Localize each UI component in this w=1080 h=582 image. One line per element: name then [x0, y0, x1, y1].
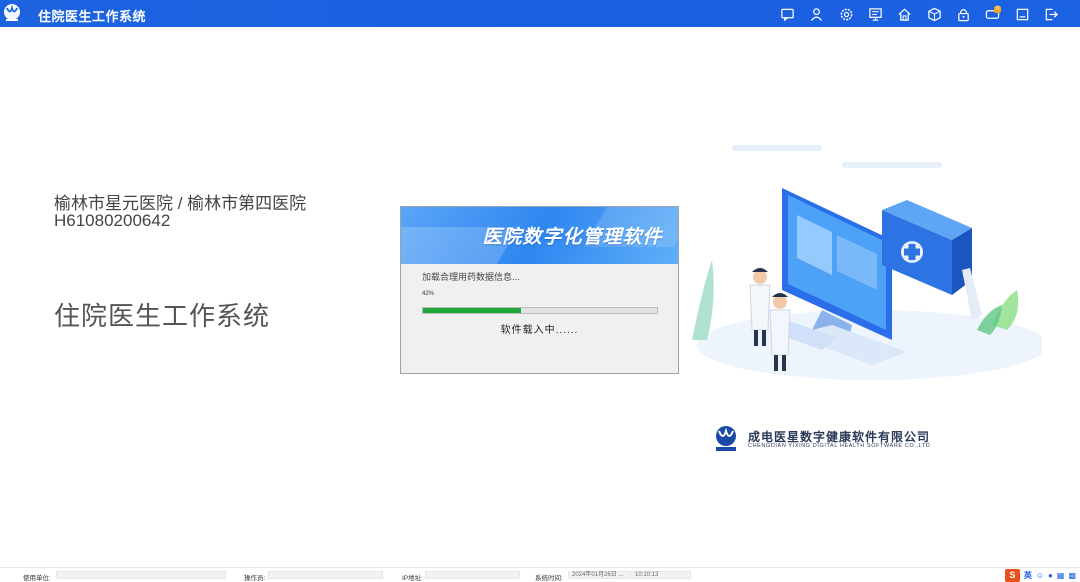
hospital-code: H61080200642 — [54, 211, 171, 230]
message-icon[interactable] — [773, 4, 802, 24]
toolbar-icons: 0 — [773, 4, 1066, 24]
banner-title: 医院数字化管理软件 — [482, 227, 663, 248]
notification-badge: 0 — [994, 6, 1002, 13]
date-field: 2024年01月26日 ... — [568, 571, 630, 579]
monitor-icon[interactable] — [861, 4, 890, 24]
lock-icon[interactable] — [949, 4, 978, 24]
app-title: 住院医生工作系统 — [38, 9, 147, 24]
system-name: 住院医生工作系统 — [54, 301, 271, 331]
logout-icon[interactable] — [1037, 4, 1066, 24]
user-icon[interactable] — [802, 4, 831, 24]
title-bar: 住院医生工作系统 0 — [0, 0, 1080, 27]
loading-status: 软件载入中...... — [500, 325, 579, 336]
minimize-icon[interactable] — [1007, 4, 1036, 24]
settings-icon[interactable] — [832, 4, 861, 24]
loading-dialog: 医院数字化管理软件 加载合理用药数据信息... 42% 软件载入中...... — [400, 206, 679, 374]
progress-fill — [423, 308, 522, 313]
operator-field — [268, 571, 383, 579]
system-tray: S 英 ☺ ● ▦ ▩ — [1004, 568, 1076, 582]
sogou-ime-icon[interactable]: S — [1004, 568, 1020, 582]
progress-percent: 42% — [422, 291, 435, 297]
status-bar: 使用单位: 操作员: IP地址: 系统时间: 2024年01月26日 ... 1… — [0, 567, 1080, 582]
unit-field — [56, 571, 226, 579]
home-icon[interactable] — [890, 4, 919, 24]
ime-lang-toggle[interactable]: 英 — [1024, 570, 1032, 581]
notification-icon[interactable]: 0 — [978, 4, 1007, 24]
microphone-icon[interactable]: ● — [1048, 571, 1053, 580]
keyboard-icon[interactable]: ▦ — [1057, 571, 1065, 580]
medical-illustration — [692, 145, 1042, 380]
cube-icon[interactable] — [920, 4, 949, 24]
loading-message: 加载合理用药数据信息... — [422, 272, 520, 282]
company-name-en: CHENGDIAN YIXING DIGITAL HEALTH SOFTWARE… — [748, 443, 931, 449]
time-field: 10:10:13 — [631, 571, 691, 579]
toolbox-icon[interactable]: ▩ — [1068, 571, 1076, 580]
progress-bar — [422, 307, 658, 314]
app-logo-icon — [4, 4, 20, 21]
emoji-icon[interactable]: ☺ — [1036, 571, 1044, 580]
company-logo-icon — [716, 426, 736, 451]
dialog-banner: 医院数字化管理软件 — [401, 207, 678, 264]
ip-field — [425, 571, 520, 579]
